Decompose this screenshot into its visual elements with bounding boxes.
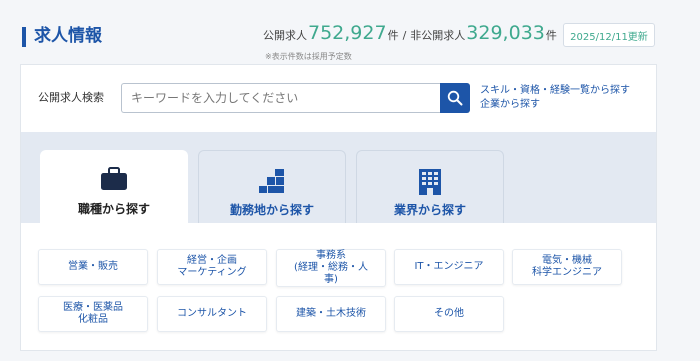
tab-location[interactable]: 勤務地から探す (198, 150, 346, 223)
category-consultant[interactable]: コンサルタント (157, 296, 267, 332)
job-counts: 公開求人 752,927 件 / 非公開求人 329,033 件 (263, 22, 557, 48)
tab-location-label: 勤務地から探す (229, 203, 314, 217)
private-jobs-count: 329,033 (466, 22, 545, 44)
search-button[interactable] (440, 83, 470, 113)
count-note: ※表示件数は採用予定数 (265, 52, 352, 61)
category-sales[interactable]: 営業・販売 (38, 249, 148, 285)
title-accent-bar (22, 27, 26, 47)
tab-industry[interactable]: 業界から探す (356, 150, 504, 223)
public-jobs-unit: 件 (387, 29, 399, 42)
category-office-admin[interactable]: 事務系 (経理・総務・人 事) (276, 249, 386, 287)
tab-occupation-label: 職種から探す (77, 202, 150, 216)
updated-date-badge: 2025/12/11更新 (563, 23, 655, 47)
private-jobs-unit: 件 (545, 29, 557, 42)
search-side-links: スキル・資格・経験一覧から探す 企業から探す (480, 84, 630, 112)
count-separator: / (402, 29, 407, 42)
tab-occupation[interactable]: 職種から探す (40, 150, 188, 223)
tab-industry-label: 業界から探す (393, 203, 466, 217)
category-management-marketing[interactable]: 経営・企画 マーケティング (157, 249, 267, 285)
category-other[interactable]: その他 (394, 296, 504, 332)
search-input[interactable] (121, 83, 441, 113)
category-it-engineer[interactable]: IT・エンジニア (394, 249, 504, 285)
map-blocks-icon (258, 168, 286, 198)
building-icon (418, 168, 442, 200)
search-icon (447, 90, 463, 106)
category-construction[interactable]: 建築・土木技術 (276, 296, 386, 332)
private-jobs-label: 非公開求人 (410, 29, 466, 42)
category-medical-pharma[interactable]: 医療・医薬品 化粧品 (38, 296, 148, 332)
skill-list-link[interactable]: スキル・資格・経験一覧から探す (480, 84, 630, 98)
search-label: 公開求人検索 (38, 91, 104, 104)
company-search-link[interactable]: 企業から探す (480, 98, 630, 112)
public-jobs-count: 752,927 (308, 22, 387, 44)
category-electrical-mechanical[interactable]: 電気・機械 科学エンジニア (512, 249, 622, 285)
public-jobs-label: 公開求人 (263, 29, 307, 42)
page-title: 求人情報 (34, 26, 102, 46)
briefcase-icon (100, 167, 128, 195)
